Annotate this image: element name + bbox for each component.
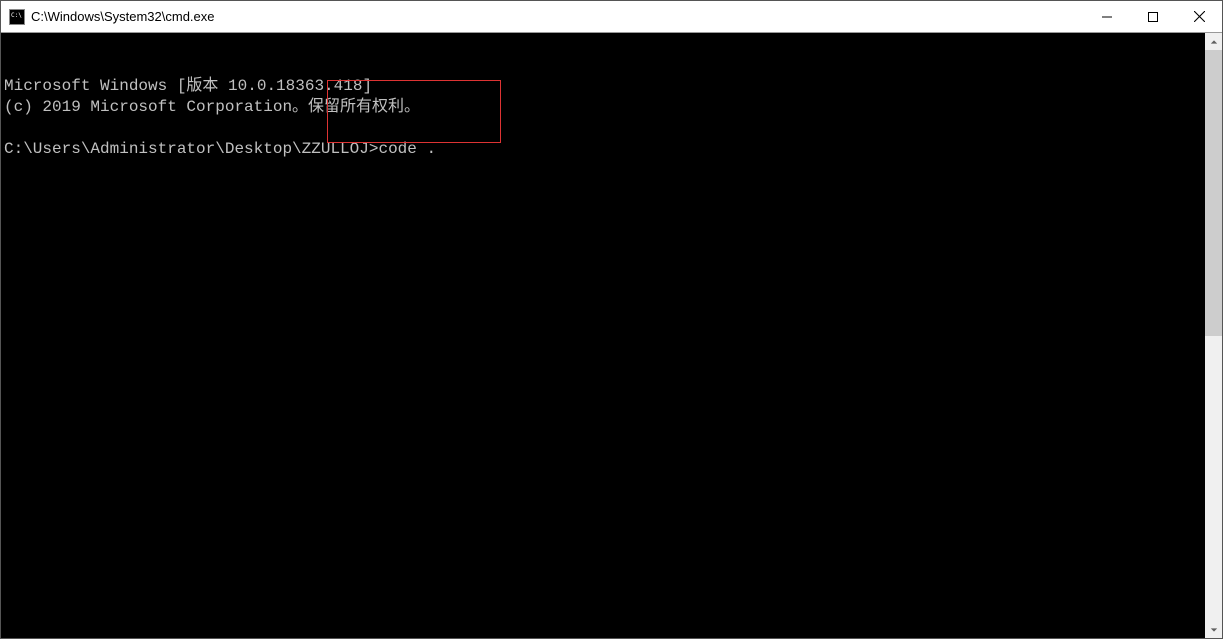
- terminal-output: Microsoft Windows [版本 10.0.18363.418] (c…: [1, 75, 1222, 160]
- window-title: C:\Windows\System32\cmd.exe: [31, 9, 215, 24]
- window-controls: [1084, 1, 1222, 32]
- scroll-up-button[interactable]: [1205, 33, 1222, 50]
- titlebar[interactable]: C:\ C:\Windows\System32\cmd.exe: [1, 1, 1222, 33]
- terminal-line: Microsoft Windows [版本 10.0.18363.418]: [4, 77, 372, 95]
- vertical-scrollbar[interactable]: [1205, 33, 1222, 638]
- terminal-line: (c) 2019 Microsoft Corporation。保留所有权利。: [4, 98, 420, 116]
- terminal-prompt: C:\Users\Administrator\Desktop\ZZULLOJ>: [4, 140, 378, 158]
- terminal-area[interactable]: Microsoft Windows [版本 10.0.18363.418] (c…: [1, 33, 1222, 638]
- scrollbar-thumb[interactable]: [1205, 50, 1222, 336]
- scroll-down-button[interactable]: [1205, 621, 1222, 638]
- titlebar-left: C:\ C:\Windows\System32\cmd.exe: [1, 9, 1084, 25]
- terminal-command: code .: [378, 140, 436, 158]
- scrollbar-track[interactable]: [1205, 50, 1222, 621]
- close-button[interactable]: [1176, 1, 1222, 32]
- cmd-window: C:\ C:\Windows\System32\cmd.exe Microsof…: [0, 0, 1223, 639]
- maximize-button[interactable]: [1130, 1, 1176, 32]
- svg-text:C:\: C:\: [11, 12, 22, 19]
- minimize-button[interactable]: [1084, 1, 1130, 32]
- cmd-icon: C:\: [9, 9, 25, 25]
